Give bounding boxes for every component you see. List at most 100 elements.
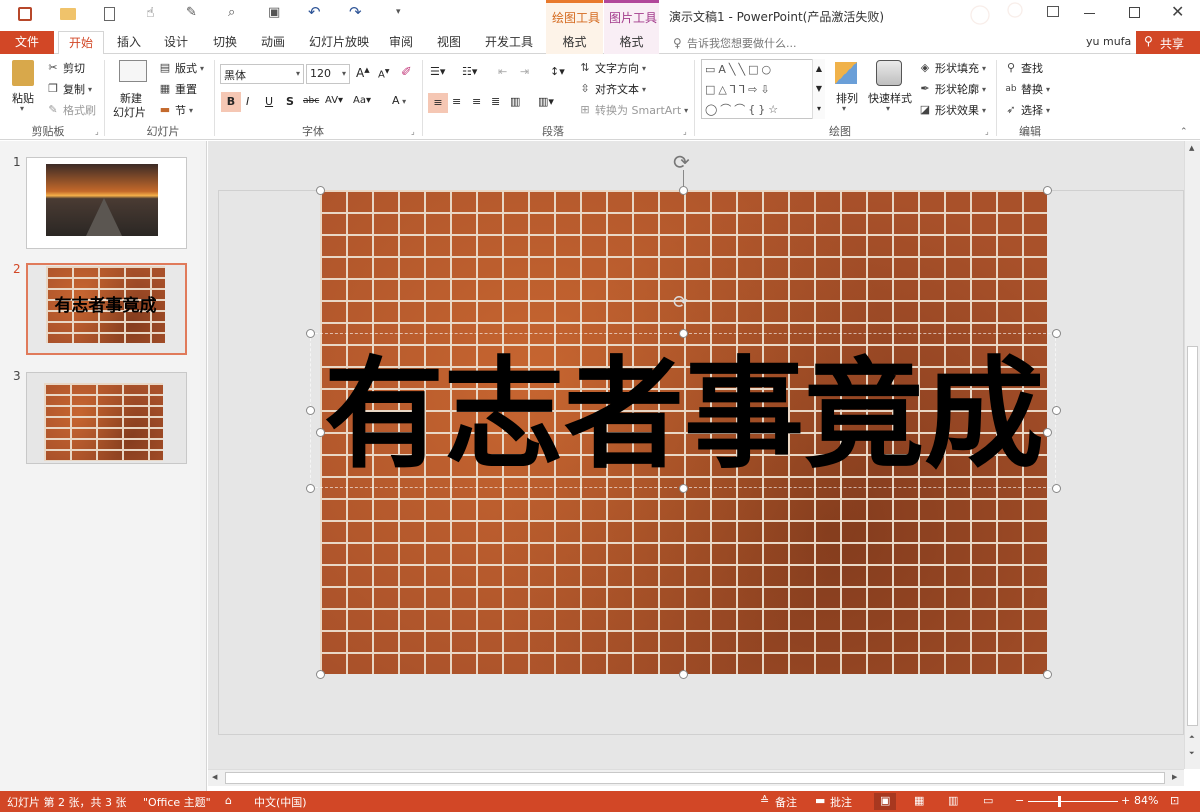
cut-button[interactable]: ✂ 剪切 xyxy=(46,60,85,76)
character-spacing-button[interactable]: AV▾ xyxy=(325,95,343,106)
tab-design[interactable]: 设计 xyxy=(154,31,198,54)
tab-developer[interactable]: 开发工具 xyxy=(478,31,540,54)
columns-button[interactable]: ▥▾ xyxy=(538,95,554,108)
language-status[interactable]: 中文(中国) xyxy=(254,794,307,810)
textbox-handle-n[interactable] xyxy=(679,329,688,338)
tab-transitions[interactable]: 切换 xyxy=(204,31,246,54)
user-name[interactable]: yu mufa xyxy=(1086,35,1131,48)
quick-styles-icon[interactable] xyxy=(876,60,902,86)
italic-button[interactable]: I xyxy=(246,95,249,108)
line-spacing-button[interactable]: ↕▾ xyxy=(550,65,565,78)
spelling-icon[interactable]: ✎ xyxy=(186,5,197,20)
save-icon[interactable] xyxy=(18,7,32,21)
align-text-button[interactable]: ⇳ 对齐文本 ▾ xyxy=(578,81,646,97)
slideshow-view-icon[interactable]: ▭ xyxy=(983,794,993,807)
underline-button[interactable]: U xyxy=(265,95,273,108)
new-slide-icon[interactable] xyxy=(119,60,147,82)
font-launcher-icon[interactable]: ⌟ xyxy=(411,127,415,136)
clear-formatting-icon[interactable]: ✐ xyxy=(401,65,412,80)
share-button[interactable]: ⚲ 共享 xyxy=(1136,31,1200,54)
align-right-button[interactable]: ≡ xyxy=(472,95,481,108)
slide-sorter-icon[interactable]: ▦ xyxy=(914,794,924,807)
close-icon[interactable]: ✕ xyxy=(1171,2,1184,21)
textbox-rotate-handle-icon[interactable]: ⟳ xyxy=(673,292,688,313)
textbox-handle-sw[interactable] xyxy=(306,484,315,493)
drawing-launcher-icon[interactable]: ⌟ xyxy=(985,127,989,136)
numbering-button[interactable]: ☷▾ xyxy=(462,65,477,78)
shape-fill-button[interactable]: ◈ 形状填充 ▾ xyxy=(918,60,986,76)
zoom-level[interactable]: 84% xyxy=(1134,794,1158,807)
textbox-handle-se[interactable] xyxy=(1052,484,1061,493)
text-shadow-button[interactable]: S xyxy=(286,95,294,108)
slide-thumbnail-2[interactable]: 有志者事竟成 xyxy=(26,263,187,355)
arrange-dropdown-icon[interactable]: ▾ xyxy=(842,104,846,113)
vertical-scrollbar[interactable]: ▲ ⏶ ⏷ xyxy=(1184,141,1200,769)
tab-review[interactable]: 审阅 xyxy=(381,31,421,54)
textbox-handle-ne[interactable] xyxy=(1052,329,1061,338)
picture-handle-se[interactable] xyxy=(1043,670,1052,679)
align-center-button[interactable]: ≡ xyxy=(452,95,461,108)
decrease-indent-button[interactable]: ⇤ xyxy=(498,65,507,78)
comments-button[interactable]: 批注 xyxy=(830,794,852,810)
tab-slideshow[interactable]: 幻灯片放映 xyxy=(303,31,375,54)
scroll-right-icon[interactable]: ▶ xyxy=(1172,773,1177,781)
smartart-button[interactable]: ⊞ 转换为 SmartArt ▾ xyxy=(578,102,688,118)
picture-handle-s[interactable] xyxy=(679,670,688,679)
customize-qat-icon[interactable]: ▾ xyxy=(396,7,401,17)
zoom-slider-thumb[interactable] xyxy=(1058,796,1061,807)
zoom-slider-track[interactable] xyxy=(1028,801,1118,802)
justify-button[interactable]: ≣ xyxy=(491,95,500,108)
quick-styles-dropdown-icon[interactable]: ▾ xyxy=(886,104,890,113)
bold-button[interactable]: B xyxy=(221,92,241,112)
fit-to-window-icon[interactable]: ⊡ xyxy=(1170,794,1179,807)
slideshow-from-start-icon[interactable]: ▣ xyxy=(268,5,280,20)
textbox-handle-nw[interactable] xyxy=(306,329,315,338)
change-case-button[interactable]: Aa▾ xyxy=(353,95,371,106)
textbox-handle-s[interactable] xyxy=(679,484,688,493)
text-box[interactable]: 有志者事竟成 xyxy=(310,333,1056,488)
font-name-box[interactable]: 黑体 ▾ xyxy=(220,64,304,84)
format-painter-button[interactable]: ✎ 格式刷 xyxy=(46,102,96,118)
prev-slide-icon[interactable]: ⏶ xyxy=(1189,733,1195,742)
new-file-icon[interactable] xyxy=(104,7,115,21)
spelling-status-icon[interactable]: ⌂ xyxy=(225,794,232,807)
paragraph-launcher-icon[interactable]: ⌟ xyxy=(683,127,687,136)
horizontal-scrollbar[interactable]: ◀ ▶ xyxy=(208,769,1184,786)
picture-handle-sw[interactable] xyxy=(316,670,325,679)
text-direction-button[interactable]: ⇅ 文字方向 ▾ xyxy=(578,60,646,76)
reading-view-icon[interactable]: ▥ xyxy=(948,794,958,807)
picture-handle-n[interactable] xyxy=(679,186,688,195)
shrink-font-icon[interactable]: A▼ xyxy=(378,68,389,80)
layout-button[interactable]: ▤ 版式 ▾ xyxy=(158,60,204,76)
grow-font-icon[interactable]: A▲ xyxy=(356,66,370,80)
open-folder-icon[interactable] xyxy=(60,8,76,20)
copy-button[interactable]: ❐ 复制 ▾ xyxy=(46,81,92,97)
arrange-button[interactable]: 排列 xyxy=(836,90,858,106)
find-button[interactable]: ⚲ 查找 xyxy=(1004,60,1043,76)
scroll-left-icon[interactable]: ◀ xyxy=(212,773,217,781)
select-button[interactable]: ➶ 选择 ▾ xyxy=(1004,102,1050,118)
tab-drawing-format[interactable]: 格式 xyxy=(546,31,603,54)
horizontal-scroll-thumb[interactable] xyxy=(225,772,1165,784)
vertical-scroll-thumb[interactable] xyxy=(1187,346,1198,726)
align-left-button[interactable]: ≡ xyxy=(428,93,448,113)
tab-animations[interactable]: 动画 xyxy=(251,31,295,54)
tab-picture-format[interactable]: 格式 xyxy=(604,31,659,54)
reset-button[interactable]: ▦ 重置 xyxy=(158,81,197,97)
slide-thumbnail-3[interactable] xyxy=(26,372,187,464)
scroll-up-icon[interactable]: ▲ xyxy=(1189,144,1194,152)
ribbon-display-options-icon[interactable] xyxy=(1047,6,1059,17)
paste-icon[interactable] xyxy=(12,60,34,86)
copy-dropdown-icon[interactable]: ▾ xyxy=(88,85,92,94)
slide-title-text[interactable]: 有志者事竟成 xyxy=(311,346,1057,486)
textbox-handle-w[interactable] xyxy=(306,406,315,415)
collapse-ribbon-icon[interactable]: ⌃ xyxy=(1180,127,1188,137)
tab-home[interactable]: 开始 xyxy=(58,31,104,55)
maximize-icon[interactable] xyxy=(1129,7,1140,18)
bullets-button[interactable]: ☰▾ xyxy=(430,65,445,78)
slide-thumbnail-1[interactable] xyxy=(26,157,187,249)
section-button[interactable]: ▬ 节 ▾ xyxy=(158,102,193,118)
font-size-dropdown-icon[interactable]: ▾ xyxy=(342,69,346,78)
shape-outline-button[interactable]: ✒ 形状轮廓 ▾ xyxy=(918,81,986,97)
paste-dropdown-icon[interactable]: ▾ xyxy=(20,104,24,113)
